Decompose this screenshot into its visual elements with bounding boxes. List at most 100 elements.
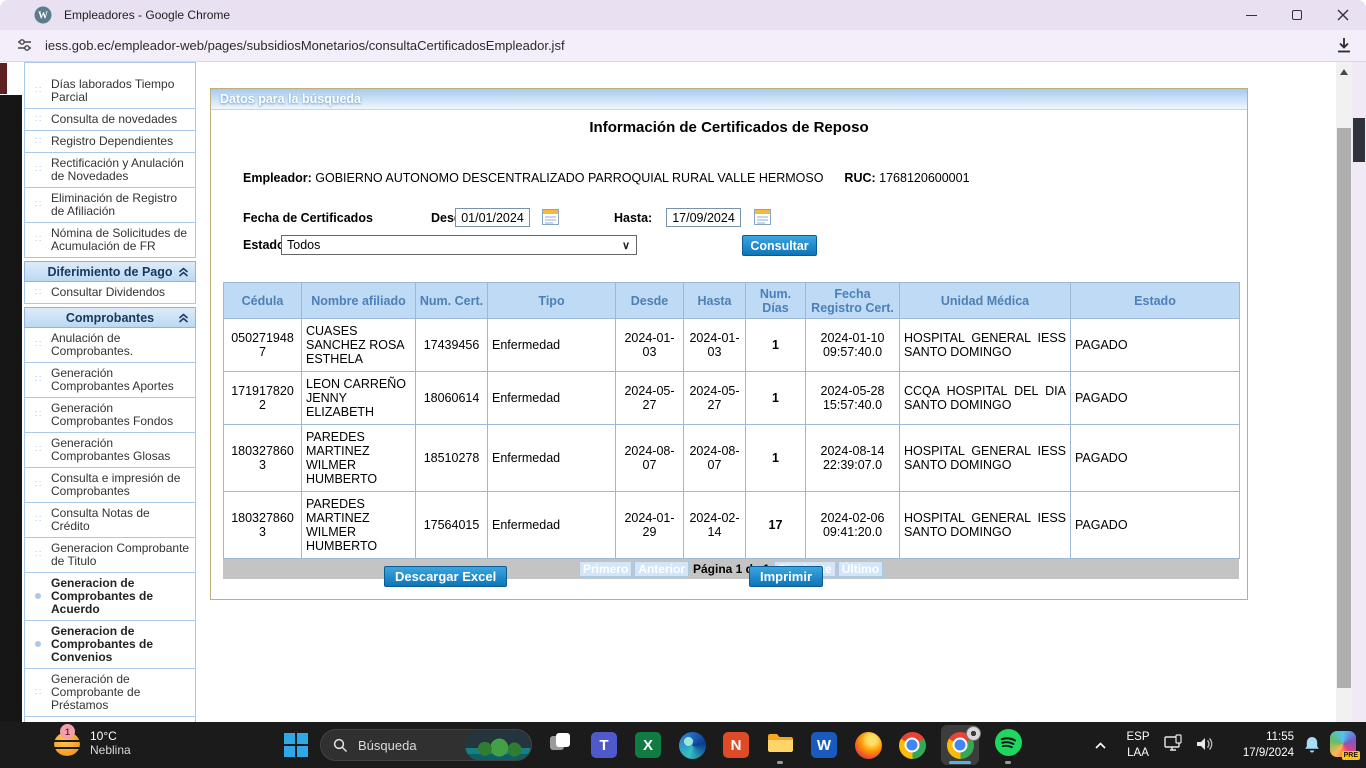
imprimir-button[interactable]: Imprimir xyxy=(749,566,823,587)
taskbar-search[interactable]: Búsqueda xyxy=(320,729,532,761)
copilot-icon[interactable]: PRE xyxy=(1330,731,1356,757)
pagination-ultimo-button[interactable]: Último xyxy=(838,561,883,577)
clock[interactable]: 11:55 17/9/2024 xyxy=(1228,729,1294,761)
sidebar-item[interactable]: ∷Consulta Notas de Crédito xyxy=(24,503,196,538)
grip-icon: ∷ xyxy=(25,288,51,298)
app-icon-firefox[interactable] xyxy=(853,725,883,765)
wordpress-favicon-icon: W xyxy=(34,6,52,24)
tray-overflow-chevron[interactable] xyxy=(1094,737,1107,755)
profile-badge-icon xyxy=(966,726,981,741)
minimize-button[interactable] xyxy=(1228,0,1274,30)
results-table: CédulaNombre afiliadoNum. Cert.TipoDesde… xyxy=(223,282,1240,559)
app-icon-excel[interactable]: X xyxy=(633,725,663,765)
excel-glyph: X xyxy=(635,732,661,758)
site-settings-icon[interactable] xyxy=(16,37,33,54)
cell: Enfermedad xyxy=(488,492,616,559)
sidebar-item[interactable]: ∷Generacion Comprobante de Titulo xyxy=(24,538,196,573)
descargar-excel-button[interactable]: Descargar Excel xyxy=(384,566,507,587)
table-row: 1803278603PAREDES MARTINEZ WILMER HUMBER… xyxy=(224,492,1240,559)
sidebar-item[interactable]: ∷Días laborados Tiempo Parcial xyxy=(24,74,196,109)
app-icon-chrome-active[interactable] xyxy=(941,725,979,765)
close-button[interactable] xyxy=(1320,0,1366,30)
column-header: Estado xyxy=(1071,283,1240,319)
outer-scrollbar[interactable] xyxy=(1352,62,1366,722)
sidebar-item[interactable]: Generacion de Comprobantes de Convenios xyxy=(24,621,196,669)
sidebar-section-title: Comprobantes xyxy=(66,311,154,325)
weather-condition: Neblina xyxy=(90,743,131,757)
network-icon[interactable] xyxy=(1163,734,1185,759)
hasta-input[interactable] xyxy=(666,208,741,227)
sidebar-item[interactable]: ∷Consulta de novedades xyxy=(24,109,196,131)
cell: 1 xyxy=(746,319,806,372)
sidebar-item[interactable]: ∷Nómina de Solicitudes de Acumulación de… xyxy=(24,223,196,258)
table-row: 1719178202LEON CARREÑO JENNY ELIZABETH18… xyxy=(224,372,1240,425)
sidebar-item[interactable]: ∷Generación Comprobantes Aportes xyxy=(24,363,196,398)
calendar-icon-desde[interactable] xyxy=(542,209,559,225)
sidebar-item[interactable]: ∷Registro Dependientes xyxy=(24,131,196,153)
cell: 1 xyxy=(746,372,806,425)
sidebar-item[interactable]: ∷Consultar Dividendos xyxy=(24,282,196,304)
notification-bell-icon[interactable] xyxy=(1303,735,1321,759)
search-highlight-image[interactable] xyxy=(465,729,531,761)
collapse-chevrons-icon[interactable] xyxy=(178,265,189,283)
cell: 2024-05-27 xyxy=(684,372,746,425)
cell: 2024-02-14 xyxy=(684,492,746,559)
start-button[interactable] xyxy=(284,733,308,757)
sidebar-item[interactable]: ∷Anulación de Comprobantes. xyxy=(24,328,196,363)
bullet-dot-icon xyxy=(25,640,51,650)
collapse-chevrons-icon[interactable] xyxy=(178,311,189,329)
weather-widget[interactable]: 1 10°C Neblina xyxy=(52,728,131,758)
sidebar-item[interactable]: ∷Generación de Comprobante de Préstamos xyxy=(24,669,196,717)
sidebar-item[interactable]: ∷Consulta e impresión de Comprobantes xyxy=(24,468,196,503)
sidebar-item[interactable]: ∷Generación Comprobantes Fondos xyxy=(24,398,196,433)
cell: PAREDES MARTINEZ WILMER HUMBERTO xyxy=(302,492,416,559)
cell: PAGADO xyxy=(1071,319,1240,372)
volume-icon[interactable] xyxy=(1194,735,1216,758)
pagination-bar: Primero Anterior Página 1 de 1 Siguiente… xyxy=(223,559,1239,579)
calendar-icon-hasta[interactable] xyxy=(754,209,771,225)
pagination-primero-button[interactable]: Primero xyxy=(579,561,632,577)
sidebar-section-header[interactable]: Diferimiento de Pago xyxy=(24,261,196,282)
pagination-anterior-button[interactable]: Anterior xyxy=(634,561,689,577)
window-titlebar[interactable]: W Empleadores - Google Chrome xyxy=(0,0,1366,30)
app-icon-nitro-pdf[interactable]: N xyxy=(721,725,751,765)
maximize-icon xyxy=(1292,10,1302,20)
outer-scrollbar-thumb[interactable] xyxy=(1353,118,1365,162)
url-text[interactable]: iess.gob.ec/empleador-web/pages/subsidio… xyxy=(45,38,565,53)
address-bar[interactable]: iess.gob.ec/empleador-web/pages/subsidio… xyxy=(0,30,1366,62)
inner-scrollbar-thumb[interactable] xyxy=(1337,128,1351,688)
sidebar-item[interactable]: Generacion de Comprobantes de Acuerdo xyxy=(24,573,196,621)
scroll-up-icon[interactable] xyxy=(1340,69,1348,75)
estado-select[interactable]: Todos ∨ xyxy=(281,235,637,255)
grip-icon: ∷ xyxy=(25,165,51,175)
sidebar-section-header[interactable]: Comprobantes xyxy=(24,307,196,328)
app-icon-file-explorer[interactable] xyxy=(765,725,795,765)
close-icon xyxy=(1337,9,1349,21)
app-icon-teams[interactable]: T xyxy=(589,725,619,765)
maximize-button[interactable] xyxy=(1274,0,1320,30)
language-indicator[interactable]: ESP LAA xyxy=(1120,729,1156,761)
column-header: Fecha Registro Cert. xyxy=(806,283,900,319)
sidebar-item[interactable]: ∷Eliminación de Registro de Afiliación xyxy=(24,188,196,223)
download-icon[interactable] xyxy=(1334,35,1354,60)
bullet-dot-icon xyxy=(25,592,51,602)
cell: 2024-02-06 09:41:20.0 xyxy=(806,492,900,559)
app-icon-word[interactable]: W xyxy=(809,725,839,765)
consultar-button[interactable]: Consultar xyxy=(742,235,817,256)
cell: 2024-01-03 xyxy=(616,319,684,372)
chevron-down-icon: ∨ xyxy=(622,239,630,252)
app-icon-edge[interactable] xyxy=(677,725,707,765)
sidebar-item[interactable]: ∷Rectificación y Anulación de Novedades xyxy=(24,153,196,188)
inner-scrollbar[interactable] xyxy=(1336,62,1352,722)
app-icon-spotify[interactable] xyxy=(993,725,1023,765)
grip-icon: ∷ xyxy=(25,137,51,147)
app-icon-task-view[interactable] xyxy=(545,725,575,765)
notification-badge: 1 xyxy=(60,724,75,739)
desde-input[interactable] xyxy=(455,208,530,227)
sidebar-item-clipped[interactable]: ∷ Avisos de Entrada xyxy=(24,62,196,74)
search-icon xyxy=(333,738,348,753)
cell: 2024-08-14 22:39:07.0 xyxy=(806,425,900,492)
app-icon-chrome[interactable] xyxy=(897,725,927,765)
cell: HOSPITAL GENERAL IESS SANTO DOMINGO xyxy=(900,319,1071,372)
sidebar-item[interactable]: ∷Generación Comprobantes Glosas xyxy=(24,433,196,468)
